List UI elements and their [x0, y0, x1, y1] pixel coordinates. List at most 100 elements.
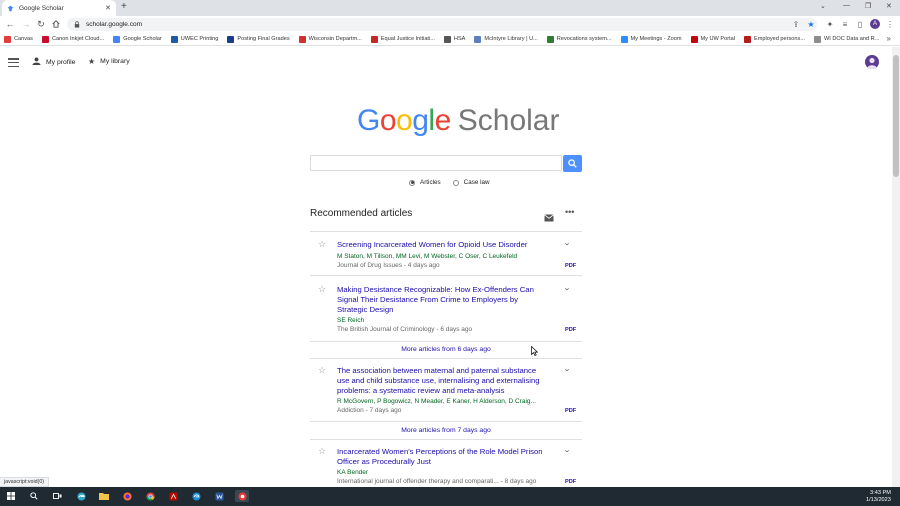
- bookmark-item[interactable]: My UW Portal: [690, 35, 735, 43]
- bookmark-item[interactable]: Canvas: [4, 35, 33, 43]
- article-authors: R McGovern, P Bogowicz, N Meader, E Kane…: [337, 398, 536, 405]
- browser-tab-scholar[interactable]: Google Scholar ✕: [2, 0, 116, 16]
- chevron-down-icon[interactable]: ⌄: [563, 239, 571, 247]
- mail-alert-icon[interactable]: [544, 209, 554, 222]
- my-library-link[interactable]: ★ My library: [88, 57, 130, 66]
- my-profile-link[interactable]: My profile: [32, 57, 75, 67]
- bookmark-favicon-icon: [474, 35, 482, 43]
- bookmark-star-icon[interactable]: ★: [806, 19, 816, 29]
- case-law-radio[interactable]: [452, 179, 459, 186]
- firefox-icon[interactable]: [121, 490, 133, 502]
- divider: [310, 341, 582, 342]
- bookmark-favicon-icon: [370, 35, 378, 43]
- tab-search-icon[interactable]: ⌄: [820, 2, 826, 10]
- bookmark-label: Posting Final Grades: [237, 36, 290, 42]
- pdf-link[interactable]: PDF: [565, 327, 576, 333]
- search-input[interactable]: [310, 155, 562, 171]
- search-scope-options: Articles Case law: [409, 179, 490, 186]
- bookmark-favicon-icon: [546, 35, 554, 43]
- save-star-icon[interactable]: ☆: [318, 365, 326, 376]
- bookmark-favicon-icon: [170, 35, 178, 43]
- pdf-link[interactable]: PDF: [565, 408, 576, 414]
- taskbar-time: 3:43 PM: [870, 490, 891, 496]
- taskbar-search-icon[interactable]: [28, 490, 40, 502]
- bookmark-item[interactable]: Revocations system...: [546, 35, 612, 43]
- bookmark-label: Wisconsin Departm...: [308, 36, 362, 42]
- bookmark-item[interactable]: Posting Final Grades: [227, 35, 290, 43]
- bookmark-item[interactable]: Google Scholar: [113, 35, 162, 43]
- save-star-icon[interactable]: ☆: [318, 284, 326, 295]
- article-title[interactable]: Incarcerated Women's Perceptions of the …: [337, 447, 549, 467]
- bookmark-item[interactable]: Wisconsin Departm...: [298, 35, 362, 43]
- minimize-icon[interactable]: —: [843, 2, 850, 9]
- bookmarks-overflow-icon[interactable]: »: [887, 34, 891, 43]
- file-explorer-icon[interactable]: [98, 490, 110, 502]
- save-star-icon[interactable]: ☆: [318, 239, 326, 250]
- save-star-icon[interactable]: ☆: [318, 446, 326, 457]
- bookmark-item[interactable]: My Meetings - Zoom: [620, 35, 682, 43]
- browser-menu-icon[interactable]: ⋮: [885, 19, 895, 29]
- bookmark-item[interactable]: WI DOC Data and R...: [814, 35, 879, 43]
- bookmark-item[interactable]: McIntyre Library | U...: [474, 35, 538, 43]
- article-authors: SE Reich: [337, 317, 365, 324]
- bookmark-label: HSA: [453, 36, 466, 42]
- word-icon[interactable]: [213, 490, 225, 502]
- forward-icon[interactable]: →: [20, 18, 32, 30]
- edge-icon[interactable]: [75, 490, 87, 502]
- pdf-link[interactable]: PDF: [565, 479, 576, 485]
- chevron-down-icon[interactable]: ⌄: [563, 446, 571, 454]
- windows-start-icon[interactable]: [5, 490, 17, 502]
- maximize-icon[interactable]: ❐: [865, 2, 871, 10]
- bookmark-label: Canon Inkjet Cloud...: [51, 36, 105, 42]
- new-tab-icon[interactable]: +: [121, 2, 127, 12]
- articles-label[interactable]: Articles: [420, 179, 441, 186]
- active-app-icon[interactable]: [235, 490, 249, 502]
- chevron-down-icon[interactable]: ⌄: [563, 365, 571, 373]
- case-law-label[interactable]: Case law: [464, 179, 490, 186]
- address-bar[interactable]: scholar.google.com: [67, 18, 817, 31]
- articles-radio[interactable]: [409, 179, 415, 186]
- more-articles-7-days-link[interactable]: More articles from 7 days ago: [310, 427, 582, 434]
- acrobat-icon[interactable]: [167, 490, 179, 502]
- bookmark-favicon-icon: [41, 35, 49, 43]
- edge-legacy-icon[interactable]: [190, 490, 202, 502]
- lock-icon[interactable]: [74, 21, 81, 28]
- pdf-link[interactable]: PDF: [565, 263, 576, 269]
- home-icon[interactable]: [50, 18, 62, 30]
- article-title[interactable]: The association between maternal and pat…: [337, 366, 549, 396]
- reload-icon[interactable]: ↻: [35, 18, 47, 30]
- page-scrollbar[interactable]: [892, 47, 900, 487]
- tab-strip: Google Scholar ✕ + ⌄ — ❐ ✕: [0, 0, 900, 16]
- logo-letter: g: [412, 104, 429, 137]
- article-title[interactable]: Making Desistance Recognizable: How Ex-O…: [337, 285, 549, 315]
- extensions-icon[interactable]: ✦: [825, 19, 835, 29]
- close-window-icon[interactable]: ✕: [886, 2, 892, 10]
- account-avatar[interactable]: [865, 55, 879, 69]
- bookmark-item[interactable]: Equal Justice Initiati...: [370, 35, 435, 43]
- more-options-icon[interactable]: •••: [565, 207, 574, 217]
- bookmark-favicon-icon: [690, 35, 698, 43]
- bookmark-favicon-icon: [4, 35, 11, 43]
- task-view-icon[interactable]: [51, 490, 63, 502]
- mouse-cursor-icon: [531, 343, 539, 356]
- search-button[interactable]: [563, 155, 582, 172]
- taskbar-clock[interactable]: 3:43 PM 1/13/2023: [866, 490, 891, 504]
- media-icon[interactable]: ≡: [840, 19, 850, 29]
- menu-icon[interactable]: [8, 58, 19, 67]
- article-title[interactable]: Screening Incarcerated Women for Opioid …: [337, 240, 549, 250]
- bookmark-item[interactable]: UWEC Printing: [170, 35, 218, 43]
- bookmark-item[interactable]: HSA: [443, 35, 466, 43]
- my-library-label: My library: [100, 58, 130, 65]
- close-tab-icon[interactable]: ✕: [105, 4, 111, 12]
- back-icon[interactable]: ←: [4, 18, 16, 30]
- side-panel-icon[interactable]: ▯: [855, 19, 865, 29]
- more-articles-6-days-link[interactable]: More articles from 6 days ago: [310, 346, 582, 353]
- bookmark-item[interactable]: Canon Inkjet Cloud...: [41, 35, 105, 43]
- bookmark-item[interactable]: Employed persons...: [744, 35, 805, 43]
- share-icon[interactable]: ⇪: [791, 19, 801, 29]
- scrollbar-thumb[interactable]: [893, 55, 899, 177]
- chevron-down-icon[interactable]: ⌄: [563, 284, 571, 292]
- chrome-icon[interactable]: [144, 490, 156, 502]
- recommended-heading: Recommended articles: [310, 208, 413, 219]
- browser-profile-avatar[interactable]: A: [870, 19, 880, 29]
